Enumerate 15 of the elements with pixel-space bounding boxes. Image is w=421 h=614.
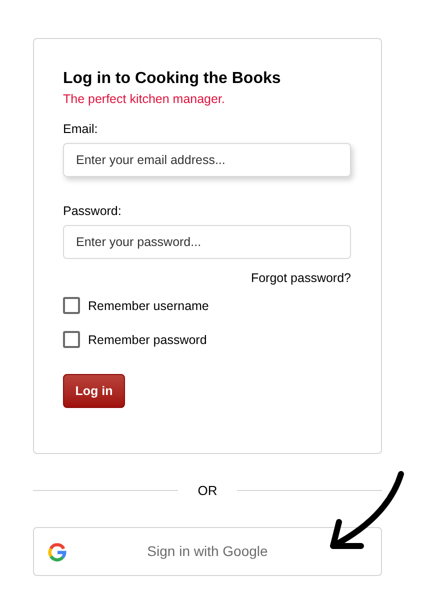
checkbox[interactable] xyxy=(63,331,80,348)
checkbox-label: Remember password xyxy=(88,332,207,348)
input-field[interactable]: Enter your email address... xyxy=(63,143,351,177)
tagline: The perfect kitchen manager. xyxy=(63,91,226,107)
checkbox[interactable] xyxy=(63,297,80,314)
google-sign-in-button[interactable]: Sign in with Google xyxy=(33,526,382,576)
field-label: Email: xyxy=(63,121,99,137)
forgot-password-link[interactable]: Forgot password? xyxy=(250,270,351,286)
field-label: Password: xyxy=(63,203,122,219)
login-button[interactable]: Log in xyxy=(63,374,125,408)
checkbox-label: Remember username xyxy=(88,298,209,314)
card-title: Log in to Cooking the Books xyxy=(63,69,282,89)
divider-text: OR xyxy=(196,482,218,500)
input-field[interactable]: Enter your password... xyxy=(63,225,351,259)
google-logo-icon xyxy=(48,542,67,562)
